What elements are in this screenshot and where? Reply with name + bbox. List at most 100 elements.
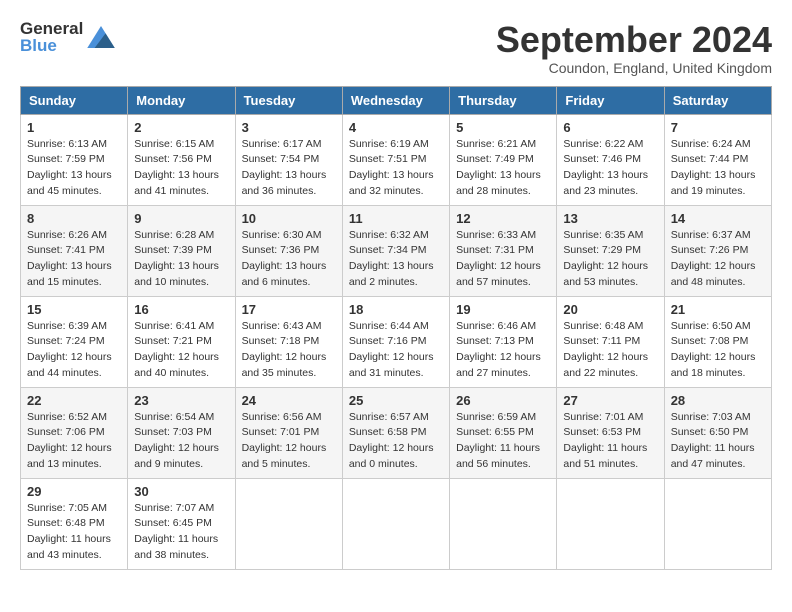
day-info: Sunrise: 7:07 AMSunset: 6:45 PMDaylight:… (134, 501, 228, 564)
logo-icon (87, 26, 115, 48)
location: Coundon, England, United Kingdom (496, 60, 772, 76)
calendar-cell: 29 Sunrise: 7:05 AMSunset: 6:48 PMDayligh… (21, 478, 128, 569)
calendar-cell: 8Sunrise: 6:26 AMSunset: 7:41 PMDaylight… (21, 205, 128, 296)
header: General Blue September 2024 Coundon, Eng… (20, 20, 772, 76)
day-number: 1 (27, 120, 121, 135)
day-info: Sunrise: 6:28 AMSunset: 7:39 PMDaylight:… (134, 228, 228, 291)
day-info: Sunrise: 6:59 AMSunset: 6:55 PMDaylight:… (456, 410, 550, 473)
day-number: 7 (671, 120, 765, 135)
day-info: Sunrise: 6:39 AMSunset: 7:24 PMDaylight:… (27, 319, 121, 382)
calendar-week-2: 8Sunrise: 6:26 AMSunset: 7:41 PMDaylight… (21, 205, 772, 296)
day-header-wednesday: Wednesday (342, 86, 449, 114)
day-header-tuesday: Tuesday (235, 86, 342, 114)
day-number: 21 (671, 302, 765, 317)
calendar-cell: 24Sunrise: 6:56 AMSunset: 7:01 PMDayligh… (235, 387, 342, 478)
calendar-cell: 17Sunrise: 6:43 AMSunset: 7:18 PMDayligh… (235, 296, 342, 387)
day-number: 3 (242, 120, 336, 135)
day-number: 27 (563, 393, 657, 408)
calendar: SundayMondayTuesdayWednesdayThursdayFrid… (20, 86, 772, 570)
calendar-cell: 3Sunrise: 6:17 AMSunset: 7:54 PMDaylight… (235, 114, 342, 205)
day-number: 9 (134, 211, 228, 226)
calendar-header-row: SundayMondayTuesdayWednesdayThursdayFrid… (21, 86, 772, 114)
day-number: 8 (27, 211, 121, 226)
title-area: September 2024 Coundon, England, United … (496, 20, 772, 76)
day-info: Sunrise: 6:22 AMSunset: 7:46 PMDaylight:… (563, 137, 657, 200)
calendar-cell: 15 Sunrise: 6:39 AMSunset: 7:24 PMDayligh… (21, 296, 128, 387)
day-number: 18 (349, 302, 443, 317)
day-info: Sunrise: 6:56 AMSunset: 7:01 PMDaylight:… (242, 410, 336, 473)
day-number: 5 (456, 120, 550, 135)
calendar-cell: 5Sunrise: 6:21 AMSunset: 7:49 PMDaylight… (450, 114, 557, 205)
calendar-week-5: 29 Sunrise: 7:05 AMSunset: 6:48 PMDayligh… (21, 478, 772, 569)
day-info: Sunrise: 6:50 AMSunset: 7:08 PMDaylight:… (671, 319, 765, 382)
day-header-thursday: Thursday (450, 86, 557, 114)
calendar-cell: 26 Sunrise: 6:59 AMSunset: 6:55 PMDayligh… (450, 387, 557, 478)
day-info: Sunrise: 7:03 AMSunset: 6:50 PMDaylight:… (671, 410, 765, 473)
calendar-week-3: 15 Sunrise: 6:39 AMSunset: 7:24 PMDayligh… (21, 296, 772, 387)
day-number: 14 (671, 211, 765, 226)
calendar-cell (664, 478, 771, 569)
day-number: 12 (456, 211, 550, 226)
day-number: 29 (27, 484, 121, 499)
day-number: 10 (242, 211, 336, 226)
calendar-cell: 18Sunrise: 6:44 AMSunset: 7:16 PMDayligh… (342, 296, 449, 387)
day-number: 13 (563, 211, 657, 226)
calendar-cell (342, 478, 449, 569)
day-header-monday: Monday (128, 86, 235, 114)
day-number: 11 (349, 211, 443, 226)
calendar-cell: 6 Sunrise: 6:22 AMSunset: 7:46 PMDaylight… (557, 114, 664, 205)
day-number: 20 (563, 302, 657, 317)
calendar-cell: 7 Sunrise: 6:24 AMSunset: 7:44 PMDaylight… (664, 114, 771, 205)
calendar-week-1: 1 Sunrise: 6:13 AMSunset: 7:59 PMDaylight… (21, 114, 772, 205)
day-info: Sunrise: 6:32 AMSunset: 7:34 PMDaylight:… (349, 228, 443, 291)
day-info: Sunrise: 6:57 AMSunset: 6:58 PMDaylight:… (349, 410, 443, 473)
calendar-cell: 20 Sunrise: 6:48 AMSunset: 7:11 PMDayligh… (557, 296, 664, 387)
calendar-cell: 2 Sunrise: 6:15 AMSunset: 7:56 PMDaylight… (128, 114, 235, 205)
day-info: Sunrise: 6:24 AMSunset: 7:44 PMDaylight:… (671, 137, 765, 200)
calendar-cell (235, 478, 342, 569)
logo-general: General (20, 20, 83, 37)
day-header-sunday: Sunday (21, 86, 128, 114)
day-number: 23 (134, 393, 228, 408)
day-info: Sunrise: 6:13 AMSunset: 7:59 PMDaylight:… (27, 137, 121, 200)
day-info: Sunrise: 7:05 AMSunset: 6:48 PMDaylight:… (27, 501, 121, 564)
calendar-cell: 9 Sunrise: 6:28 AMSunset: 7:39 PMDaylight… (128, 205, 235, 296)
calendar-cell: 12 Sunrise: 6:33 AMSunset: 7:31 PMDayligh… (450, 205, 557, 296)
day-number: 22 (27, 393, 121, 408)
day-number: 2 (134, 120, 228, 135)
day-info: Sunrise: 6:37 AMSunset: 7:26 PMDaylight:… (671, 228, 765, 291)
day-number: 15 (27, 302, 121, 317)
day-number: 30 (134, 484, 228, 499)
calendar-cell: 16Sunrise: 6:41 AMSunset: 7:21 PMDayligh… (128, 296, 235, 387)
day-info: Sunrise: 6:35 AMSunset: 7:29 PMDaylight:… (563, 228, 657, 291)
day-number: 19 (456, 302, 550, 317)
calendar-cell: 13 Sunrise: 6:35 AMSunset: 7:29 PMDayligh… (557, 205, 664, 296)
day-info: Sunrise: 6:15 AMSunset: 7:56 PMDaylight:… (134, 137, 228, 200)
day-number: 4 (349, 120, 443, 135)
calendar-cell: 30 Sunrise: 7:07 AMSunset: 6:45 PMDayligh… (128, 478, 235, 569)
logo: General Blue (20, 20, 115, 54)
calendar-cell: 4 Sunrise: 6:19 AMSunset: 7:51 PMDaylight… (342, 114, 449, 205)
day-info: Sunrise: 6:33 AMSunset: 7:31 PMDaylight:… (456, 228, 550, 291)
day-number: 25 (349, 393, 443, 408)
day-number: 6 (563, 120, 657, 135)
day-info: Sunrise: 6:48 AMSunset: 7:11 PMDaylight:… (563, 319, 657, 382)
calendar-cell: 14 Sunrise: 6:37 AMSunset: 7:26 PMDayligh… (664, 205, 771, 296)
calendar-cell: 28 Sunrise: 7:03 AMSunset: 6:50 PMDayligh… (664, 387, 771, 478)
day-info: Sunrise: 6:46 AMSunset: 7:13 PMDaylight:… (456, 319, 550, 382)
logo-blue: Blue (20, 37, 83, 54)
calendar-cell: 21 Sunrise: 6:50 AMSunset: 7:08 PMDayligh… (664, 296, 771, 387)
day-info: Sunrise: 6:52 AMSunset: 7:06 PMDaylight:… (27, 410, 121, 473)
calendar-cell: 10Sunrise: 6:30 AMSunset: 7:36 PMDayligh… (235, 205, 342, 296)
day-info: Sunrise: 6:19 AMSunset: 7:51 PMDaylight:… (349, 137, 443, 200)
day-info: Sunrise: 7:01 AMSunset: 6:53 PMDaylight:… (563, 410, 657, 473)
calendar-cell: 25 Sunrise: 6:57 AMSunset: 6:58 PMDayligh… (342, 387, 449, 478)
calendar-cell (450, 478, 557, 569)
day-number: 17 (242, 302, 336, 317)
calendar-week-4: 22 Sunrise: 6:52 AMSunset: 7:06 PMDayligh… (21, 387, 772, 478)
day-number: 28 (671, 393, 765, 408)
calendar-cell: 11 Sunrise: 6:32 AMSunset: 7:34 PMDayligh… (342, 205, 449, 296)
day-header-friday: Friday (557, 86, 664, 114)
day-number: 26 (456, 393, 550, 408)
day-info: Sunrise: 6:54 AMSunset: 7:03 PMDaylight:… (134, 410, 228, 473)
